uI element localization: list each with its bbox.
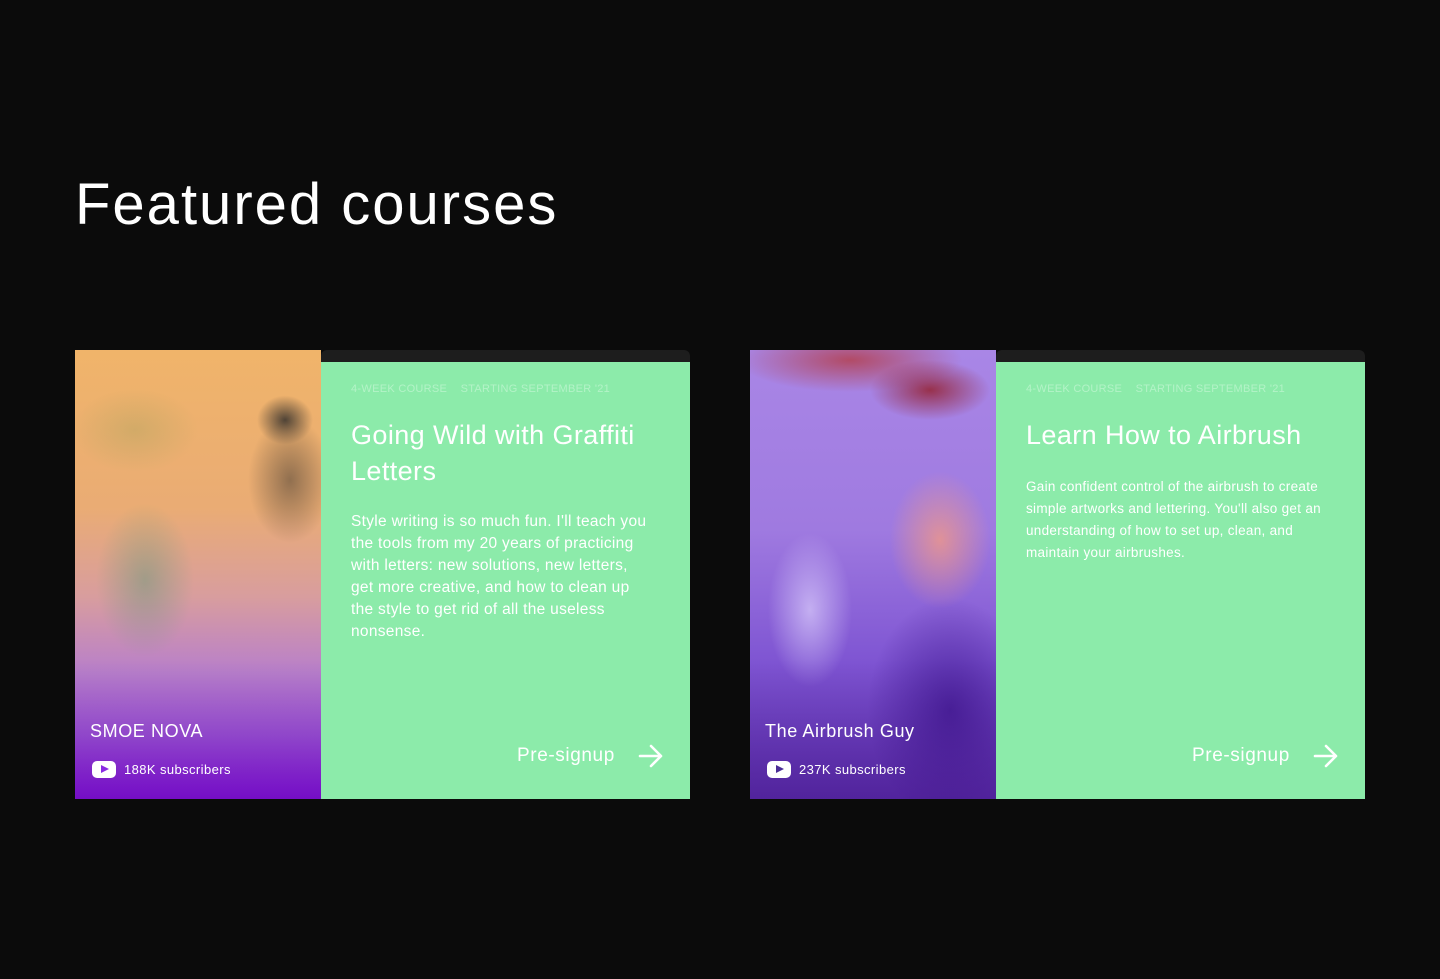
subscriber-count: 237K subscribers bbox=[767, 760, 906, 778]
subscriber-text: 188K subscribers bbox=[124, 761, 231, 777]
card-top-strip bbox=[996, 350, 1365, 362]
course-duration: 4-WEEK COURSE bbox=[351, 383, 448, 395]
featured-courses-section: Featured courses SMOE NOVA 188K subscrib… bbox=[0, 0, 1440, 979]
youtube-icon bbox=[92, 760, 116, 778]
course-meta: 4-WEEK COURSE STARTING SEPTEMBER '21 bbox=[1026, 383, 1285, 395]
subscriber-count: 188K subscribers bbox=[92, 760, 231, 778]
creator-name: SMOE NOVA bbox=[90, 721, 204, 741]
course-title: Going Wild with Graffiti Letters bbox=[351, 420, 635, 486]
section-title: Featured courses bbox=[75, 172, 559, 237]
arrow-right-icon bbox=[638, 744, 663, 768]
course-meta: 4-WEEK COURSE STARTING SEPTEMBER '21 bbox=[351, 383, 610, 395]
course-info-panel: 4-WEEK COURSE STARTING SEPTEMBER '21 Goi… bbox=[321, 362, 690, 799]
course-start-date: STARTING SEPTEMBER '21 bbox=[460, 383, 611, 395]
course-duration: 4-WEEK COURSE bbox=[1026, 383, 1123, 395]
pre-signup-label: Pre-signup bbox=[517, 745, 615, 766]
creator-name: The Airbrush Guy bbox=[765, 721, 915, 741]
youtube-icon bbox=[767, 760, 791, 778]
pre-signup-button[interactable]: Pre-signup bbox=[517, 736, 667, 776]
pre-signup-label: Pre-signup bbox=[1192, 745, 1290, 766]
creator-photo: SMOE NOVA 188K subscribers bbox=[75, 350, 321, 799]
creator-photo: The Airbrush Guy 237K subscribers bbox=[750, 350, 996, 799]
pre-signup-button[interactable]: Pre-signup bbox=[1192, 736, 1342, 776]
course-card-airbrush[interactable]: The Airbrush Guy 237K subscribers 4-WEEK… bbox=[750, 350, 1365, 799]
subscriber-text: 237K subscribers bbox=[799, 761, 906, 777]
course-info-panel: 4-WEEK COURSE STARTING SEPTEMBER '21 Lea… bbox=[996, 362, 1365, 799]
course-description: Gain confident control of the airbrush t… bbox=[1026, 479, 1321, 560]
course-description: Style writing is so much fun. I'll teach… bbox=[351, 513, 647, 640]
arrow-right-icon bbox=[1313, 744, 1338, 768]
card-top-strip bbox=[321, 350, 690, 362]
course-title: Learn How to Airbrush bbox=[1026, 420, 1302, 450]
course-start-date: STARTING SEPTEMBER '21 bbox=[1135, 383, 1286, 395]
course-card-graffiti[interactable]: SMOE NOVA 188K subscribers 4-WEEK COURSE… bbox=[75, 350, 690, 799]
